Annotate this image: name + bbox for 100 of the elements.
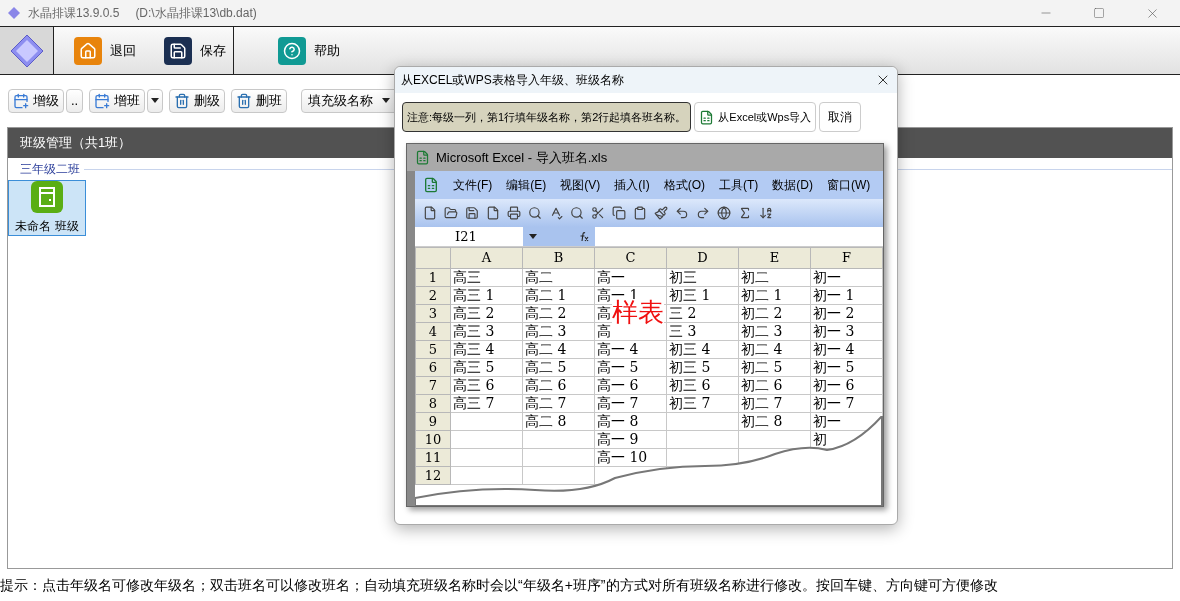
menu-item[interactable]: 视图(V) (560, 176, 601, 194)
file-icon[interactable] (486, 206, 500, 220)
sheet-cell: 初三 (669, 269, 697, 285)
name-box[interactable]: I21 (415, 226, 523, 247)
sheet-cell: 初一 7 (813, 395, 855, 411)
sheet-cell: 初一 6 (813, 377, 855, 393)
sheet-cell: 高一 4 (597, 341, 639, 357)
ribbon-button[interactable]: 退回 (66, 30, 144, 71)
sheet-cell: 三 2 (669, 305, 697, 321)
ribbon-button[interactable]: 帮助 (270, 30, 348, 71)
cancel-button[interactable]: 取消 (819, 102, 862, 132)
diamond-logo-icon (8, 7, 20, 19)
sheet-cell: 高一 10 (597, 449, 648, 465)
magnifier-icon[interactable] (528, 206, 542, 220)
grade-name[interactable]: 三年级二班 (8, 160, 80, 178)
caret-icon (150, 98, 161, 104)
import-button[interactable]: 从Excel或Wps导入 (694, 102, 817, 132)
sheet-cell: 高三 5 (453, 359, 495, 375)
file-path: (D:\水晶排课13\db.dat) (135, 5, 257, 22)
delete-button[interactable]: 删班 (231, 89, 288, 113)
sheet-cell: 初一 2 (813, 305, 855, 321)
panel-title: 班级管理（共1班） (20, 134, 132, 153)
menu-item[interactable]: 编辑(E) (506, 176, 547, 194)
sheet-cell: 高三 6 (453, 377, 495, 393)
add-button[interactable]: 增班 (89, 89, 146, 113)
spreadsheet-title: Microsoft Excel - 导入班名.xls (436, 148, 608, 167)
save-icon (164, 36, 192, 65)
help-icon (278, 36, 306, 65)
sheet-cell: 初二 8 (741, 413, 783, 429)
menu-item[interactable]: 数据(D) (772, 176, 813, 194)
sheet-cell: 高二 2 (525, 305, 567, 321)
delete-button[interactable]: 删级 (169, 89, 226, 113)
spellcheck-icon[interactable] (549, 206, 563, 220)
sheet-cell: 高 (597, 323, 611, 339)
sheet-cell: 初一 3 (813, 323, 855, 339)
trash-icon (236, 93, 253, 109)
column-header: A (450, 247, 523, 268)
menu-item[interactable]: 窗口(W) (827, 176, 871, 194)
sheet-cell: 高二 8 (525, 413, 567, 429)
redo-icon[interactable] (696, 206, 710, 220)
sheet-cell: 高三 1 (453, 287, 495, 303)
status-hint: 提示：点击年级名可修改年级名；双击班名可以修改班名；自动填充班级名称时会以“年级名+班序”的方式对所有班级名称进行修改。按回车键、方向键可方便修改 (0, 575, 998, 595)
printer-icon[interactable] (507, 206, 521, 220)
column-header: E (738, 247, 811, 268)
sheet-cell: 高二 7 (525, 395, 567, 411)
menu-item[interactable]: 格式(O) (663, 176, 705, 194)
menu-item[interactable]: 插入(I) (614, 176, 650, 194)
new-file-icon[interactable] (423, 206, 437, 220)
caret-icon (529, 234, 537, 239)
sort-icon[interactable] (759, 206, 773, 220)
sheet-cell: 高二 3 (525, 323, 567, 339)
sheet-cell: 高三 2 (453, 305, 495, 321)
class-icon (31, 181, 63, 213)
sheet-cell: 初三 6 (669, 377, 711, 393)
diamond-logo-icon[interactable] (9, 33, 44, 68)
sheet-cell: 高三 7 (453, 395, 495, 411)
notice-label: 注意:每级一列，第1行填年级名称，第2行起填各班名称。 (402, 102, 692, 132)
menu-item[interactable]: 文件(F) (453, 176, 493, 194)
spreadsheet-icon (415, 150, 430, 165)
sigma-icon[interactable] (738, 206, 752, 220)
open-folder-icon[interactable] (444, 206, 458, 220)
sheet-cell: 三 3 (669, 323, 697, 339)
dialog-title: 从EXCEL或WPS表格导入年级、班级名称 (401, 72, 624, 89)
column-header: F (810, 247, 883, 268)
class-name: 未命名 班级 (15, 218, 79, 235)
sheet-cell: 高二 4 (525, 341, 567, 357)
globe-icon[interactable] (717, 206, 731, 220)
sheet-cell: 高一 (597, 269, 625, 285)
dropdown-button[interactable] (147, 89, 164, 113)
clipboard-icon[interactable] (633, 206, 647, 220)
sheet-cell: 初三 4 (669, 341, 711, 357)
sheet-cell: 初三 5 (669, 359, 711, 375)
scissors-icon[interactable] (591, 206, 605, 220)
column-header: C (594, 247, 667, 268)
sheet-cell: 初三 1 (669, 287, 711, 303)
sheet-cell: 高二 6 (525, 377, 567, 393)
sheet-cell: 高 (597, 305, 611, 321)
sheet-cell: 初一 (813, 269, 841, 285)
ribbon-button[interactable]: 保存 (156, 30, 234, 71)
copy-icon[interactable] (612, 206, 626, 220)
more-button[interactable]: .. (66, 89, 84, 113)
menu-item[interactable]: 工具(T) (719, 176, 759, 194)
sheet-cell: 初二 5 (741, 359, 783, 375)
sheet-cell: 初一 (813, 413, 841, 429)
undo-icon[interactable] (675, 206, 689, 220)
sheet-cell: 初二 (741, 269, 769, 285)
spreadsheet-icon (699, 109, 715, 125)
sheet-cell: 初二 7 (741, 395, 783, 411)
calendar-add-icon (13, 93, 29, 109)
magnifier-icon[interactable] (570, 206, 584, 220)
paintbrush-icon[interactable] (654, 206, 668, 220)
sheet-cell: 高二 (525, 269, 553, 285)
sheet-cell: 高三 3 (453, 323, 495, 339)
class-tile[interactable]: 未命名 班级 (8, 180, 86, 236)
add-button[interactable]: 增级 (8, 89, 64, 113)
sheet-cell: 初二 3 (741, 323, 783, 339)
home-icon (74, 36, 102, 65)
save-icon[interactable] (465, 206, 479, 220)
sheet-cell: 初二 6 (741, 377, 783, 393)
sheet-cell: 高一 8 (597, 413, 639, 429)
